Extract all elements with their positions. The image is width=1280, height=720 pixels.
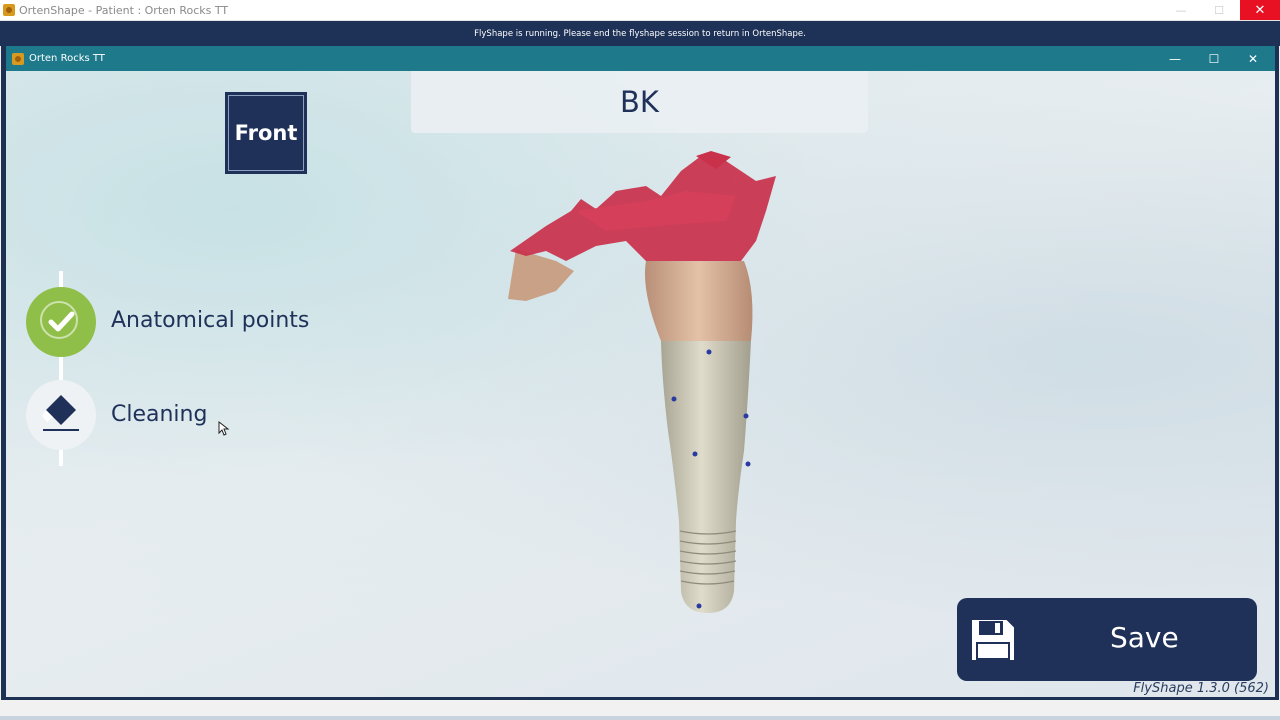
3d-viewport[interactable]: Front BK Anatomical points Cleaning Save…	[6, 71, 1275, 697]
model-label-panel: BK	[411, 71, 868, 133]
outer-maximize-button[interactable]: ☐	[1200, 0, 1238, 20]
step-cleaning-button[interactable]	[26, 380, 96, 450]
inner-maximize-button[interactable]: ☐	[1195, 46, 1233, 71]
taskbar-edge	[0, 716, 1280, 720]
save-button[interactable]: Save	[957, 598, 1257, 681]
save-button-label: Save	[1110, 621, 1179, 654]
inner-minimize-button[interactable]: —	[1156, 46, 1194, 71]
banner-text: FlyShape is running. Please end the flys…	[474, 28, 806, 39]
step-anatomical-points-label[interactable]: Anatomical points	[111, 308, 309, 333]
inner-close-button[interactable]: ✕	[1234, 46, 1272, 71]
diamond-eraser-icon	[42, 395, 79, 431]
step-anatomical-points-button[interactable]	[26, 287, 96, 357]
outer-close-button[interactable]: ✕	[1240, 0, 1280, 20]
front-view-button[interactable]: Front	[225, 92, 307, 174]
version-text: FlyShape 1.3.0 (562)	[1133, 681, 1269, 696]
flyshape-running-banner: FlyShape is running. Please end the flys…	[0, 21, 1280, 46]
outer-minimize-button[interactable]: —	[1162, 0, 1200, 20]
floppy-disk-icon	[970, 618, 1016, 662]
outer-window-title: OrtenShape - Patient : Orten Rocks TT	[19, 3, 229, 17]
step-cleaning-label[interactable]: Cleaning	[111, 402, 207, 427]
ortenshape-app-icon	[3, 4, 15, 16]
inner-window-title: Orten Rocks TT	[29, 53, 105, 64]
inner-window-titlebar: Orten Rocks TT — ☐ ✕	[6, 46, 1275, 71]
checkmark-icon	[48, 311, 75, 332]
model-label: BK	[620, 85, 659, 119]
mouse-cursor-icon	[218, 421, 230, 436]
limb-scan-3d-model[interactable]	[486, 151, 786, 621]
flyshape-app-icon	[12, 52, 24, 65]
outer-window-titlebar: OrtenShape - Patient : Orten Rocks TT — …	[0, 0, 1280, 21]
